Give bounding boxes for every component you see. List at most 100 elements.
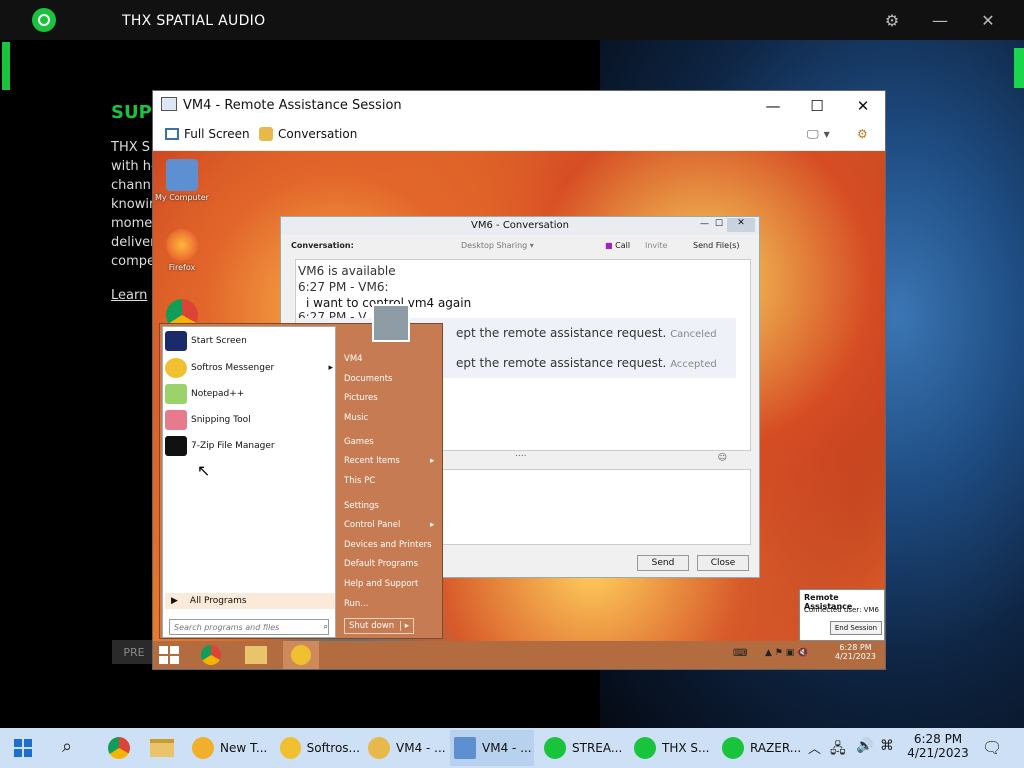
desktop-sharing-button[interactable]: Desktop Sharing ▾	[461, 241, 534, 250]
search-icon[interactable]: ⌕	[62, 736, 72, 757]
close-icon[interactable]: ✕	[727, 218, 755, 232]
conversation-button[interactable]: Conversation	[259, 127, 357, 141]
file-explorer-icon[interactable]	[245, 646, 267, 664]
invite-button[interactable]: Invite	[645, 241, 667, 250]
taskbar-item-vm4-remote[interactable]: VM4 - ...	[450, 730, 534, 766]
thx-body-line: deliver	[111, 235, 156, 250]
chevron-down-icon: ▼	[823, 130, 830, 139]
full-screen-button[interactable]: Full Screen	[165, 127, 250, 141]
chevron-up-icon[interactable]: ︿	[808, 738, 821, 757]
language-icon[interactable]: ⌘	[880, 738, 894, 754]
volume-icon[interactable]: 🔊	[856, 738, 873, 754]
call-button[interactable]: ■ Call	[605, 241, 630, 250]
thx-previous-button[interactable]: PRE	[112, 640, 156, 664]
program-7zip[interactable]: 7-Zip File Manager	[165, 434, 333, 458]
taskbar-item-softros[interactable]: Softros...	[276, 730, 360, 766]
thx-body-line: mome	[111, 216, 153, 231]
start-link-help-support[interactable]: Help and Support	[344, 579, 418, 589]
conversation-icon	[259, 127, 273, 141]
start-link-settings[interactable]: Settings	[344, 501, 379, 511]
minimize-icon[interactable]: —	[930, 10, 950, 30]
taskbar: ⌕ New T... Softros... VM4 - ... VM4 - ..…	[0, 728, 1024, 768]
start-link-vm4[interactable]: VM4	[344, 354, 363, 364]
thx-title-bar: THX SPATIAL AUDIO ⚙ — ✕	[0, 0, 1024, 40]
system-clock[interactable]: 6:28 PM 4/21/2023	[906, 732, 970, 760]
settings-button[interactable]: ⚙	[857, 127, 868, 141]
brave-icon	[192, 737, 214, 759]
ra-toolbar: Full Screen Conversation 🖵 ▼ ⚙	[153, 121, 885, 151]
thx-accent-bar	[2, 42, 10, 90]
program-notepad[interactable]: Notepad++	[165, 382, 333, 406]
close-button[interactable]: Close	[697, 555, 749, 571]
start-link-recent-items[interactable]: Recent Items ▸	[344, 456, 434, 466]
start-link-music[interactable]: Music	[344, 413, 368, 423]
chrome-icon[interactable]	[108, 737, 130, 759]
start-link-pictures[interactable]: Pictures	[344, 393, 378, 403]
shut-down-button[interactable]: Shut down ▸	[344, 618, 414, 634]
gear-icon[interactable]: ⚙	[882, 10, 902, 30]
start-search-input[interactable]: Search programs and files ⌕	[169, 619, 329, 635]
start-link-control-panel[interactable]: Control Panel ▸	[344, 520, 434, 530]
remote-assistance-icon	[454, 737, 476, 759]
start-link-this-pc[interactable]: This PC	[344, 476, 375, 486]
network-icon[interactable]: 🖧	[830, 738, 846, 762]
program-start-screen[interactable]: Start Screen	[165, 329, 333, 353]
start-screen-icon	[165, 331, 187, 351]
messenger-icon	[165, 358, 187, 378]
remote-assistance-window: VM4 - Remote Assistance Session — ☐ ✕ Fu…	[152, 90, 886, 670]
end-session-button[interactable]: End Session	[830, 621, 882, 635]
start-link-documents[interactable]: Documents	[344, 374, 392, 384]
file-explorer-icon[interactable]	[150, 739, 174, 757]
send-files-button[interactable]: Send File(s)	[693, 241, 740, 250]
program-snipping-tool[interactable]: Snipping Tool	[165, 408, 333, 432]
thx-app-title: THX SPATIAL AUDIO	[122, 13, 266, 29]
minimize-icon[interactable]: —	[700, 219, 709, 229]
maximize-icon[interactable]: ☐	[805, 95, 829, 117]
taskbar-item-razer[interactable]: RAZER...	[718, 730, 802, 766]
remote-desktop[interactable]: My Computer Firefox VM6 - Conversation —…	[153, 151, 885, 669]
remote-clock[interactable]: 6:28 PM 4/21/2023	[835, 643, 876, 661]
all-programs-button[interactable]: ▶ All Programs	[165, 593, 335, 609]
keyboard-icon[interactable]: ⌨	[733, 648, 747, 659]
history-line: VM6 is available	[298, 264, 396, 278]
smiley-icon[interactable]: ☺	[718, 453, 727, 463]
conversation-title-bar: VM6 - Conversation — ☐ ✕	[281, 217, 759, 235]
start-menu-programs: Start Screen Softros Messenger ▸ Notepad+…	[162, 326, 336, 638]
program-softros-messenger[interactable]: Softros Messenger ▸	[165, 356, 333, 380]
windows-start-icon[interactable]	[14, 739, 32, 757]
camera-icon: ■	[605, 241, 613, 250]
taskbar-item-new-tab[interactable]: New T...	[188, 730, 272, 766]
firefox-icon	[166, 229, 198, 261]
start-link-run[interactable]: Run...	[344, 599, 368, 609]
user-avatar[interactable]	[372, 304, 410, 342]
send-button[interactable]: Send	[637, 555, 689, 571]
start-link-devices-printers[interactable]: Devices and Printers	[344, 540, 432, 550]
zip-icon	[165, 436, 187, 456]
windows-start-icon[interactable]	[159, 646, 179, 664]
softros-taskbar-button[interactable]	[283, 641, 319, 669]
full-screen-label: Full Screen	[184, 127, 250, 141]
taskbar-item-vm4-conversation[interactable]: VM4 - ...	[364, 730, 448, 766]
taskbar-item-stream[interactable]: STREA...	[540, 730, 624, 766]
taskbar-item-thx[interactable]: THX S...	[630, 730, 714, 766]
tray-icons[interactable]: ▲ ⚑ ▣ 🔇	[765, 648, 808, 658]
desktop-icon-my-computer[interactable]: My Computer	[153, 159, 211, 202]
thx-learn-link[interactable]: Learn	[111, 288, 147, 303]
system-message: ept the remote assistance request. Accep…	[456, 356, 717, 370]
chevron-right-icon: ▸	[430, 456, 435, 466]
close-icon[interactable]: ✕	[851, 95, 875, 117]
notifications-icon[interactable]: 🗨	[982, 738, 1002, 757]
chevron-right-icon: ▸	[328, 363, 333, 373]
start-link-games[interactable]: Games	[344, 437, 374, 447]
display-settings-button[interactable]: 🖵 ▼	[807, 127, 830, 142]
search-icon: ⌕	[323, 622, 328, 631]
full-screen-icon	[165, 128, 179, 140]
desktop-icon-firefox[interactable]: Firefox	[153, 229, 211, 272]
maximize-icon[interactable]: ☐	[715, 219, 723, 229]
close-icon[interactable]: ✕	[978, 10, 998, 30]
conversation-icon	[368, 737, 390, 759]
thx-scroll-indicator[interactable]	[1014, 48, 1024, 88]
chrome-icon[interactable]	[201, 645, 221, 665]
minimize-icon[interactable]: —	[761, 95, 785, 117]
start-link-default-programs[interactable]: Default Programs	[344, 559, 418, 569]
